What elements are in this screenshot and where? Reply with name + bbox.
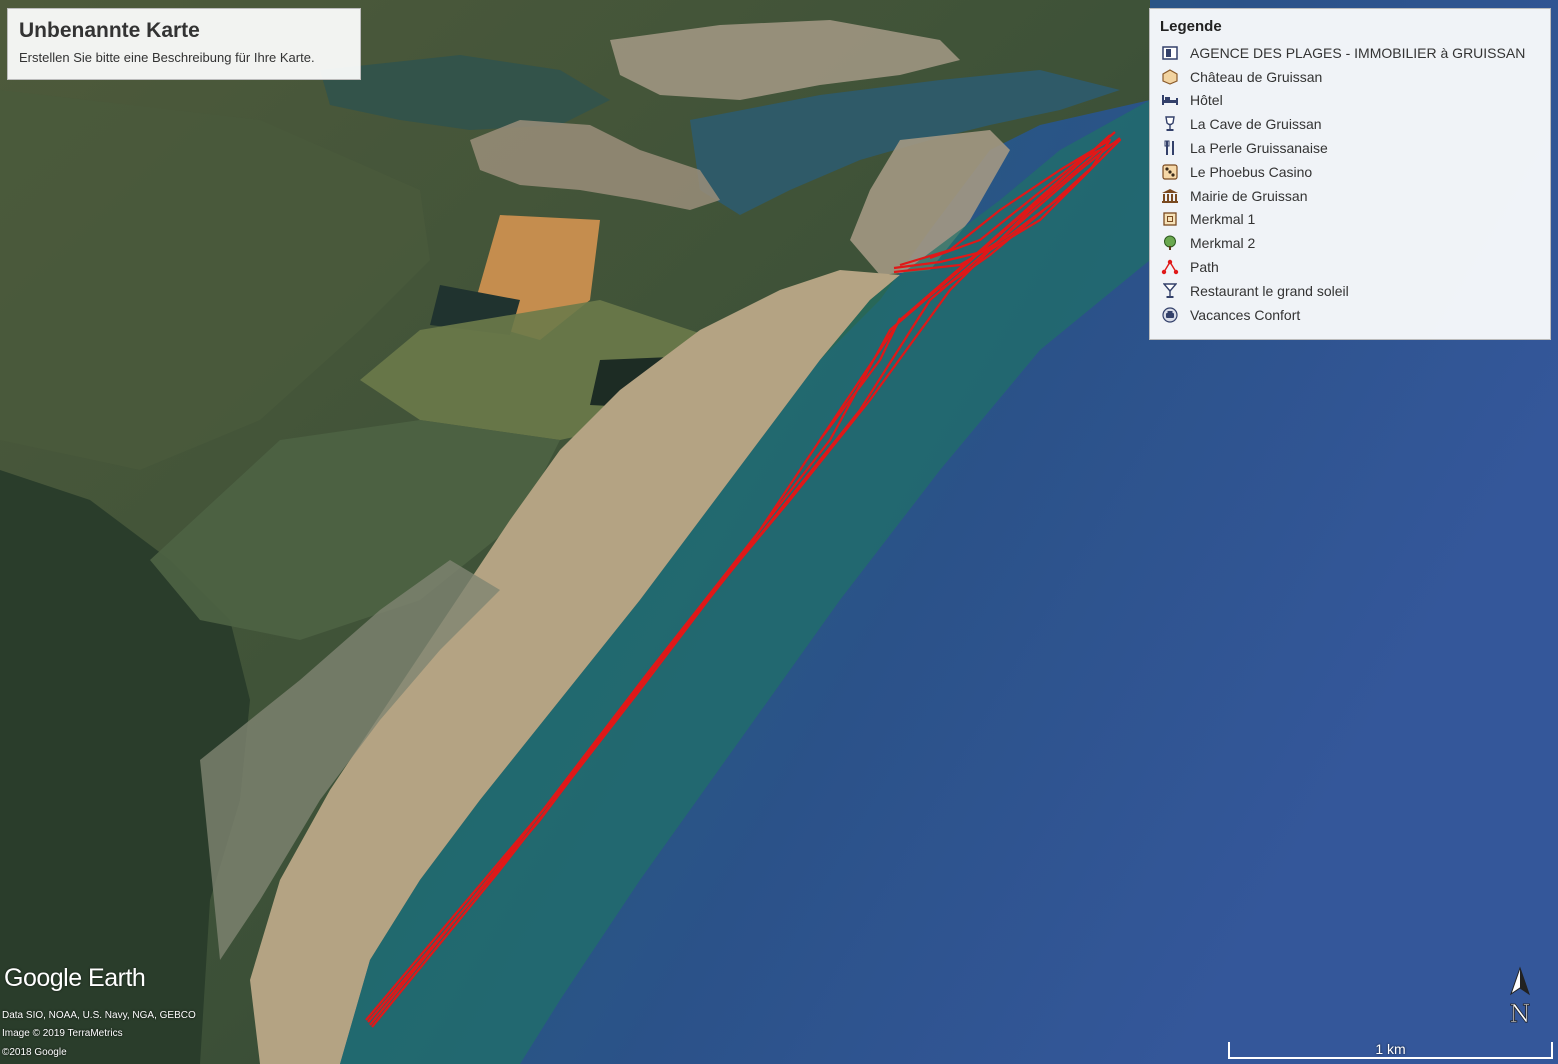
legend-item-label: La Cave de Gruissan: [1190, 116, 1322, 133]
north-arrow-icon[interactable]: N: [1505, 966, 1535, 1028]
legend-panel: Legende AGENCE DES PLAGES - IMMOBILIER à…: [1149, 8, 1551, 340]
legend-item-label: Path: [1190, 259, 1219, 276]
dice-icon: [1160, 163, 1180, 181]
car-icon: [1160, 306, 1180, 324]
legend-item-label: Vacances Confort: [1190, 306, 1301, 323]
scale-bar-label: 1 km: [1375, 1041, 1406, 1057]
restaurant-cutlery-icon: [1160, 139, 1180, 157]
scale-bar: 1 km: [1228, 1040, 1553, 1060]
legend-item[interactable]: Mairie de Gruissan: [1160, 184, 1540, 208]
map-description: Erstellen Sie bitte eine Beschreibung fü…: [19, 50, 315, 65]
legend-item[interactable]: Château de Gruissan: [1160, 65, 1540, 89]
castle-icon: [1160, 68, 1180, 86]
path-icon: [1160, 258, 1180, 276]
attribution-data: Data SIO, NOAA, U.S. Navy, NGA, GEBCO: [2, 1010, 196, 1021]
cocktail-icon: [1160, 282, 1180, 300]
legend-item[interactable]: Hôtel: [1160, 89, 1540, 113]
google-earth-logo: Google Earth: [4, 964, 146, 992]
legend-item-label: Merkmal 1: [1190, 211, 1256, 228]
wine-glass-icon: [1160, 115, 1180, 133]
legend-item-label: AGENCE DES PLAGES - IMMOBILIER à GRUISSA…: [1190, 44, 1526, 61]
attribution-copyright: ©2018 Google: [2, 1047, 67, 1058]
legend-item-label: Hôtel: [1190, 92, 1223, 109]
legend-item-label: Restaurant le grand soleil: [1190, 282, 1349, 299]
square-marker-icon: [1160, 210, 1180, 228]
legend-item[interactable]: La Perle Gruissanaise: [1160, 136, 1540, 160]
legend-item-label: Le Phoebus Casino: [1190, 163, 1313, 180]
legend-item[interactable]: Merkmal 1: [1160, 208, 1540, 232]
attribution-image: Image © 2019 TerraMetrics: [2, 1028, 123, 1039]
legend-item-label: Merkmal 2: [1190, 235, 1256, 252]
town-hall-icon: [1160, 187, 1180, 205]
legend-item[interactable]: La Cave de Gruissan: [1160, 112, 1540, 136]
legend-item-label: Château de Gruissan: [1190, 68, 1323, 85]
legend-item-label: La Perle Gruissanaise: [1190, 140, 1328, 157]
tree-icon: [1160, 234, 1180, 252]
map-title-panel: Unbenannte Karte Erstellen Sie bitte ein…: [7, 8, 361, 80]
legend-title: Legende: [1160, 18, 1222, 35]
legend-item[interactable]: Merkmal 2: [1160, 231, 1540, 255]
hotel-bed-icon: [1160, 91, 1180, 109]
compass-letter: N: [1510, 1000, 1531, 1026]
legend-item[interactable]: Le Phoebus Casino: [1160, 160, 1540, 184]
legend-item[interactable]: AGENCE DES PLAGES - IMMOBILIER à GRUISSA…: [1160, 41, 1540, 65]
map-title: Unbenannte Karte: [19, 19, 200, 42]
real-estate-icon: [1160, 44, 1180, 62]
legend-item[interactable]: Vacances Confort: [1160, 303, 1540, 327]
legend-item[interactable]: Restaurant le grand soleil: [1160, 279, 1540, 303]
legend-item-label: Mairie de Gruissan: [1190, 187, 1308, 204]
legend-item[interactable]: Path: [1160, 255, 1540, 279]
